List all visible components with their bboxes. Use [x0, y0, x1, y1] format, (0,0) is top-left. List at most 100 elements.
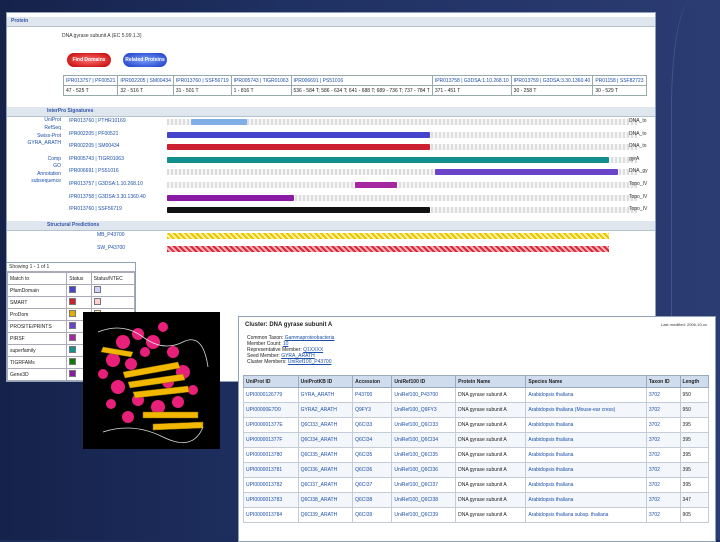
table-cell[interactable]: UniRef100_Q9FY3 [391, 402, 457, 418]
column-header[interactable]: UniProt ID [243, 375, 299, 388]
table-cell[interactable]: Q6CI37 [352, 477, 393, 493]
table-cell[interactable]: 3702 [645, 492, 681, 508]
table-cell[interactable]: Arabidopsis thaliana [525, 462, 647, 478]
left-link[interactable]: UniProt [11, 117, 61, 123]
meta-value-link[interactable]: UniRef100_P43700 [288, 359, 332, 365]
cluster-top-links[interactable]: Last modified: 2006-10-xx [661, 322, 707, 327]
left-link[interactable]: GYRA_ARATH [11, 140, 61, 146]
signature-id-link[interactable]: IPR002205 | PF00521 [69, 131, 118, 137]
table-cell[interactable]: Q6CI37_ARATH [297, 477, 354, 493]
structural-id-link[interactable]: SW_P43700 [97, 245, 125, 251]
signature-id-link[interactable]: IPR013758 | G3DSA:3.30.1360.40 [69, 194, 146, 200]
signature-id-cell[interactable]: IPR013760 | SSF56719 [172, 75, 232, 86]
table-cell[interactable]: P43700 [352, 387, 393, 403]
find-domains-button[interactable]: Find Domains [67, 53, 111, 67]
meta-value-link[interactable]: Gammaproteobacteria [285, 335, 335, 341]
domain-bar[interactable] [167, 207, 431, 214]
signature-id-cell[interactable]: IPR013757 | PF00521 [62, 75, 119, 86]
table-cell[interactable]: 3702 [645, 507, 681, 523]
domain-bar[interactable] [167, 156, 609, 163]
table-cell[interactable]: 3702 [645, 477, 681, 493]
table-cell[interactable]: Arabidopsis thaliana [525, 387, 647, 403]
table-cell[interactable]: Q6CI36 [352, 462, 393, 478]
signature-id-cell[interactable]: IPR002205 | SM00434 [117, 75, 174, 86]
table-cell[interactable]: GYRA_ARATH [297, 387, 354, 403]
table-cell[interactable]: 3702 [645, 432, 681, 448]
column-header[interactable]: UniProtKB ID [297, 375, 354, 388]
left-link[interactable]: Annotation [11, 171, 61, 177]
table-cell[interactable]: UniRef100_Q6CI38 [391, 492, 457, 508]
table-cell[interactable]: Arabidopsis thaliana [525, 447, 647, 463]
table-cell[interactable]: UniRef100_Q6CI33 [391, 417, 457, 433]
signature-id-link[interactable]: IPR002205 | SM00434 [69, 143, 120, 149]
column-header[interactable]: Taxon ID [645, 375, 681, 388]
table-cell[interactable]: Arabidopsis thaliana [525, 432, 647, 448]
table-cell[interactable]: UPI0000013782 [243, 477, 299, 493]
table-cell[interactable]: 3702 [645, 387, 681, 403]
table-cell[interactable]: UPI000001377E [243, 417, 299, 433]
signature-id-cell[interactable]: PR01158 | SSF82723 [592, 75, 647, 86]
domain-bar[interactable] [167, 144, 431, 151]
table-cell[interactable]: 3702 [645, 402, 681, 418]
table-cell[interactable]: UniRef100_Q6CI36 [391, 462, 457, 478]
table-cell[interactable]: Q6CI33 [352, 417, 393, 433]
table-cell[interactable]: 3702 [645, 462, 681, 478]
table-cell[interactable]: UPI0000013780 [243, 447, 299, 463]
table-cell[interactable]: Q6CI36_ARATH [297, 462, 354, 478]
table-cell[interactable]: Q6CI34_ARATH [297, 432, 354, 448]
signature-id-cell[interactable]: IPR006691 | PS51016 [290, 75, 433, 86]
table-cell[interactable]: UPI000001377F [243, 432, 299, 448]
table-cell[interactable]: Q6CI33_ARATH [297, 417, 354, 433]
signature-id-link[interactable]: IPR005743 | TIGR01063 [69, 156, 124, 162]
column-header[interactable]: Protein Name [455, 375, 527, 388]
table-cell[interactable]: Arabidopsis thaliana [525, 477, 647, 493]
domain-bar[interactable] [355, 182, 398, 188]
table-cell[interactable]: Arabidopsis thaliana (Mouse-ear cress) [525, 402, 647, 418]
table-cell[interactable]: Q6CI39 [352, 507, 393, 523]
table-cell[interactable]: Arabidopsis thaliana subsp. thaliana [525, 507, 647, 523]
table-cell[interactable]: Q9FY3 [352, 402, 393, 418]
table-cell[interactable]: Q6CI35_ARATH [297, 447, 354, 463]
signature-id-link[interactable]: IPR013760 | SSF56719 [69, 206, 122, 212]
structural-id-link[interactable]: MB_P43700 [97, 232, 125, 238]
table-cell[interactable]: UPI0000013783 [243, 492, 299, 508]
left-link[interactable]: GO [11, 163, 61, 169]
left-link[interactable]: Comp [11, 156, 61, 162]
left-link[interactable]: RefSeq [11, 125, 61, 131]
signature-id-link[interactable]: IPR013760 | PTHR10169 [69, 118, 126, 124]
table-cell[interactable]: Q6CI38 [352, 492, 393, 508]
left-link[interactable]: subsequence [11, 178, 61, 184]
signature-id-cell[interactable]: IPR013759 | G3DSA:3.30.1360.40 [510, 75, 594, 86]
structural-bar[interactable] [167, 233, 609, 239]
signature-id-link[interactable]: IPR006691 | PS51016 [69, 168, 119, 174]
table-cell[interactable]: UniRef100_Q6CI34 [391, 432, 457, 448]
table-cell[interactable]: 3702 [645, 417, 681, 433]
table-cell[interactable]: UniRef100_Q6CI39 [391, 507, 457, 523]
table-cell[interactable]: UPI0000126779 [243, 387, 299, 403]
table-cell[interactable]: Q6CI34 [352, 432, 393, 448]
table-cell[interactable]: GYRA2_ARATH [297, 402, 354, 418]
domain-bar[interactable] [190, 119, 247, 125]
table-cell[interactable]: UniRef100_Q6CI37 [391, 477, 457, 493]
table-cell[interactable]: UniRef100_P43700 [391, 387, 457, 403]
table-cell[interactable]: Q6CI39_ARATH [297, 507, 354, 523]
table-cell[interactable]: 3702 [645, 447, 681, 463]
left-link[interactable]: Swiss-Prot [11, 133, 61, 139]
domain-bar[interactable] [167, 194, 294, 201]
column-header[interactable]: Species Name [525, 375, 647, 388]
table-cell[interactable]: UniRef100_Q6CI35 [391, 447, 457, 463]
column-header[interactable]: UniRef100 ID [391, 375, 457, 388]
domain-bar[interactable] [434, 169, 619, 176]
table-cell[interactable]: UPI0000013781 [243, 462, 299, 478]
table-cell[interactable]: Arabidopsis thaliana [525, 417, 647, 433]
column-header[interactable]: Accession [352, 375, 393, 388]
table-cell[interactable]: Q6CI35 [352, 447, 393, 463]
signature-id-cell[interactable]: IPR005743 | TIGR01063 [230, 75, 292, 86]
signature-id-link[interactable]: IPR013757 | G3DSA:1.10.268.10 [69, 181, 143, 187]
table-cell[interactable]: UPI0000013784 [243, 507, 299, 523]
table-cell[interactable]: Arabidopsis thaliana [525, 492, 647, 508]
table-cell[interactable]: Q6CI38_ARATH [297, 492, 354, 508]
structural-bar[interactable] [167, 246, 609, 252]
domain-bar[interactable] [167, 131, 431, 138]
column-header[interactable]: Length [679, 375, 710, 388]
